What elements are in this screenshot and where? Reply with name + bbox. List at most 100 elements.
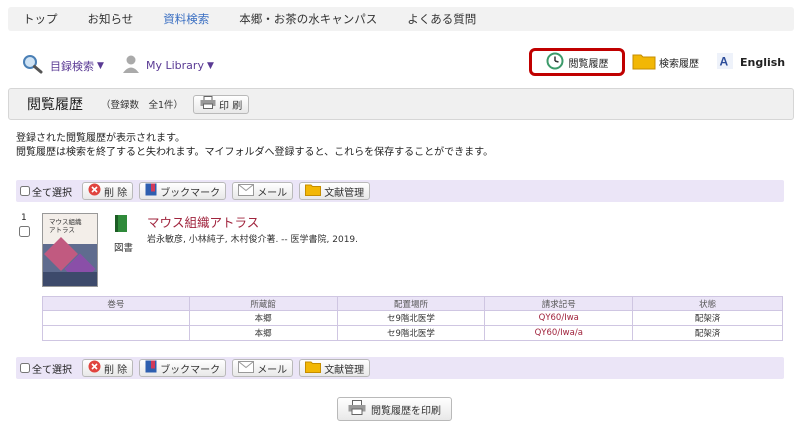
delete-label: 削 除 bbox=[104, 364, 128, 376]
bookmark-label: ブックマーク bbox=[160, 364, 221, 376]
user-icon bbox=[122, 54, 140, 77]
bookmark-icon bbox=[145, 360, 157, 376]
folder-icon bbox=[305, 183, 322, 199]
select-all-label: 全て選択 bbox=[32, 364, 72, 376]
volume-cell bbox=[42, 310, 190, 326]
search-history-link[interactable]: 検索履歴 bbox=[632, 48, 699, 76]
column-header: 所蔵館 bbox=[188, 296, 338, 311]
mail-icon bbox=[238, 183, 255, 199]
select-all-label: 全て選択 bbox=[32, 187, 72, 199]
printer-icon bbox=[348, 400, 366, 418]
location-cell: セ9階北医学 bbox=[336, 310, 486, 326]
material-type: 図書 bbox=[114, 243, 134, 254]
reference-label: 文献管理 bbox=[324, 364, 365, 376]
status-cell: 配架済 bbox=[632, 310, 783, 326]
select-all[interactable]: 全て選択 bbox=[20, 361, 72, 376]
bookmark-label: ブックマーク bbox=[160, 187, 221, 199]
print-history-label: 閲覧履歴を印刷 bbox=[371, 405, 441, 417]
book-icon bbox=[115, 215, 127, 232]
search-history-label: 検索履歴 bbox=[659, 58, 699, 70]
select-all[interactable]: 全て選択 bbox=[20, 184, 72, 199]
column-header: 請求記号 bbox=[484, 296, 634, 311]
record-number: 1 bbox=[21, 213, 27, 223]
bookmark-button[interactable]: ブックマーク bbox=[139, 182, 227, 200]
record-checkbox[interactable] bbox=[19, 226, 30, 237]
nav-top[interactable]: トップ bbox=[8, 7, 73, 31]
table-row: 本郷 セ9階北医学 QY60/Iwa 配架済 bbox=[42, 310, 783, 326]
my-library-label: My Library bbox=[146, 59, 204, 72]
book-cover[interactable]: マウス組織 アトラス bbox=[42, 213, 98, 287]
svg-text:A: A bbox=[720, 54, 729, 68]
status-cell: 配架済 bbox=[632, 325, 783, 341]
column-header: 配置場所 bbox=[336, 296, 486, 311]
mail-button[interactable]: メール bbox=[232, 359, 294, 377]
column-header: 巻号 bbox=[42, 296, 190, 311]
bookmark-icon bbox=[145, 183, 157, 199]
holdings-header-row: 巻号 所蔵館 配置場所 請求記号 状態 bbox=[42, 296, 783, 311]
volume-cell bbox=[42, 325, 190, 341]
clock-icon bbox=[546, 52, 564, 73]
magnifier-icon bbox=[22, 54, 44, 77]
chevron-down-icon: ▼ bbox=[206, 60, 214, 71]
record-meta: 岩永敏彦, 小林純子, 木村俊介著. -- 医学書院, 2019. bbox=[147, 235, 359, 245]
column-header: 状態 bbox=[632, 296, 783, 311]
reference-button[interactable]: 文献管理 bbox=[299, 359, 371, 377]
nav-faq[interactable]: よくある質問 bbox=[392, 7, 491, 31]
page-header: 閲覧履歴 （登録数 全1件） 印 刷 bbox=[8, 88, 794, 120]
print-history-wrapper: 閲覧履歴を印刷 bbox=[337, 397, 452, 421]
description-line-1: 登録された閲覧履歴が表示されます。 bbox=[16, 133, 185, 144]
mail-label: メール bbox=[257, 187, 288, 199]
browse-history-button[interactable]: 閲覧履歴 bbox=[529, 48, 625, 76]
delete-button[interactable]: 削 除 bbox=[82, 359, 134, 377]
print-label: 印 刷 bbox=[219, 100, 243, 112]
call-number-link[interactable]: QY60/Iwa bbox=[484, 310, 634, 326]
location-cell: セ9階北医学 bbox=[336, 325, 486, 341]
table-row: 本郷 セ9階北医学 QY60/Iwa/a 配架済 bbox=[42, 325, 783, 341]
chevron-down-icon: ▼ bbox=[97, 60, 104, 71]
page-title: 閲覧履歴 bbox=[27, 97, 83, 113]
select-all-checkbox[interactable] bbox=[20, 363, 30, 373]
nav-search[interactable]: 資料検索 bbox=[148, 7, 224, 31]
bookmark-button[interactable]: ブックマーク bbox=[139, 359, 227, 377]
catalog-search-label: 目録検索 bbox=[50, 59, 94, 73]
action-bar-top: 全て選択 削 除 ブックマーク メール 文献管理 bbox=[16, 180, 784, 202]
toolbar: 目録検索 ▼ My Library ▼ 閲覧履歴 検索履歴 A English bbox=[22, 48, 792, 76]
delete-button[interactable]: 削 除 bbox=[82, 182, 134, 200]
catalog-search-link[interactable]: 目録検索 ▼ bbox=[22, 54, 104, 77]
reference-button[interactable]: 文献管理 bbox=[299, 182, 371, 200]
cover-title-line-2: アトラス bbox=[49, 226, 75, 234]
action-bar-bottom: 全て選択 削 除 ブックマーク メール 文献管理 bbox=[16, 357, 784, 379]
nav-news[interactable]: お知らせ bbox=[73, 7, 149, 31]
language-icon: A bbox=[716, 52, 734, 73]
library-cell: 本郷 bbox=[188, 325, 338, 341]
nav-campus[interactable]: 本郷・お茶の水キャンパス bbox=[224, 7, 392, 31]
mail-icon bbox=[238, 360, 255, 376]
reference-label: 文献管理 bbox=[324, 187, 365, 199]
cover-title: マウス組織 アトラス bbox=[43, 214, 97, 244]
my-library-link[interactable]: My Library ▼ bbox=[122, 54, 214, 77]
record-count: （登録数 全1件） bbox=[101, 100, 184, 111]
cover-title-line-1: マウス組織 bbox=[49, 218, 82, 226]
printer-icon bbox=[200, 96, 216, 112]
english-link[interactable]: A English bbox=[716, 48, 785, 76]
folder-icon bbox=[632, 52, 656, 73]
description: 登録された閲覧履歴が表示されます。 閲覧履歴は検索を終了すると失われます。マイフ… bbox=[16, 132, 493, 160]
top-nav: トップ お知らせ 資料検索 本郷・お茶の水キャンパス よくある質問 bbox=[8, 7, 794, 31]
cover-pattern bbox=[43, 272, 97, 286]
holdings-table: 巻号 所蔵館 配置場所 請求記号 状態 本郷 セ9階北医学 QY60/Iwa 配… bbox=[42, 296, 783, 341]
call-number-link[interactable]: QY60/Iwa/a bbox=[484, 325, 634, 341]
select-all-checkbox[interactable] bbox=[20, 186, 30, 196]
print-button[interactable]: 印 刷 bbox=[193, 94, 250, 114]
description-line-2: 閲覧履歴は検索を終了すると失われます。マイフォルダへ登録すると、これらを保存する… bbox=[16, 147, 494, 158]
mail-label: メール bbox=[257, 364, 288, 376]
delete-label: 削 除 bbox=[104, 187, 128, 199]
mail-button[interactable]: メール bbox=[232, 182, 294, 200]
folder-icon bbox=[305, 360, 322, 376]
browse-history-label: 閲覧履歴 bbox=[568, 58, 609, 70]
english-label: English bbox=[740, 55, 786, 69]
print-history-button[interactable]: 閲覧履歴を印刷 bbox=[337, 397, 452, 421]
delete-icon bbox=[88, 183, 101, 199]
delete-icon bbox=[88, 360, 101, 376]
library-cell: 本郷 bbox=[188, 310, 338, 326]
record-title-link[interactable]: マウス組織アトラス bbox=[147, 212, 259, 231]
